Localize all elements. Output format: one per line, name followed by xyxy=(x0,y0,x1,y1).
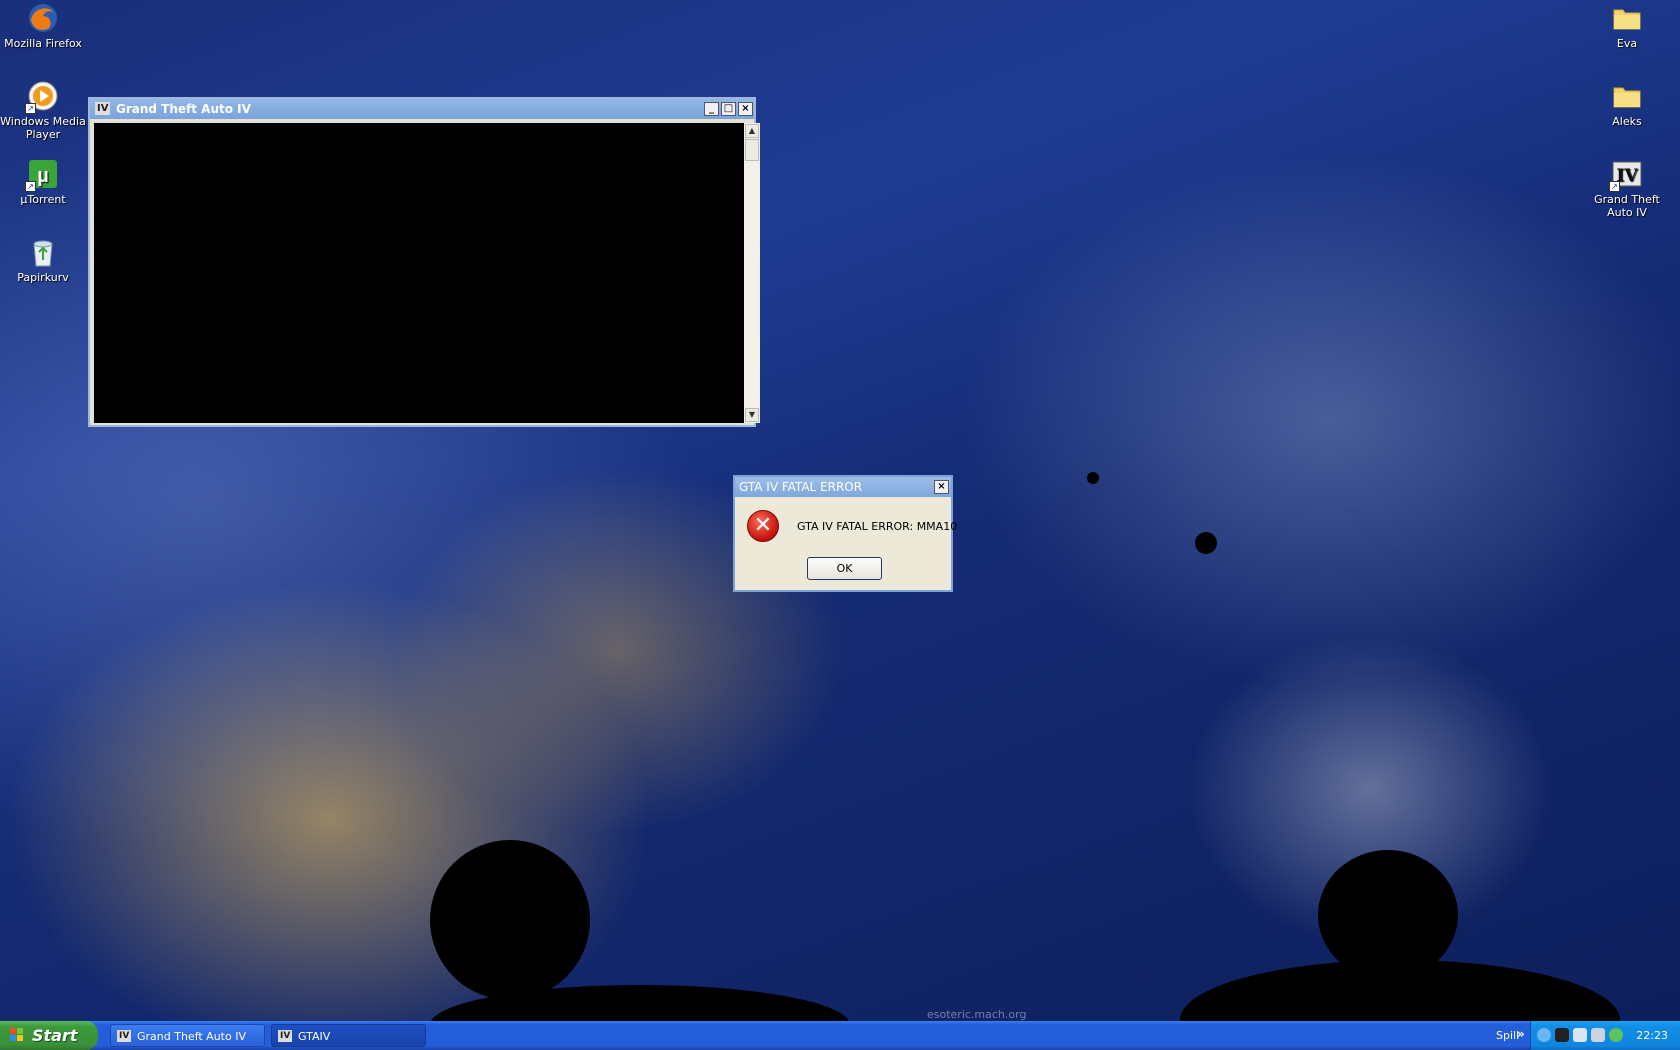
taskbar-button-gta-window[interactable]: IV Grand Theft Auto IV xyxy=(110,1024,265,1047)
start-label: Start xyxy=(32,1026,78,1045)
gta-window-title: Grand Theft Auto IV xyxy=(116,102,251,116)
desktop-icon-label: Papirkurv xyxy=(17,271,69,284)
tray-app-icon[interactable] xyxy=(1555,1028,1569,1042)
error-message: GTA IV FATAL ERROR: MMA10 xyxy=(797,520,958,533)
shortcut-arrow-icon: ↗ xyxy=(25,103,36,114)
folder-icon xyxy=(1611,2,1643,34)
taskbar-button-gtaiv[interactable]: IV GTAIV xyxy=(271,1024,426,1047)
desktop-icon-label: Aleks xyxy=(1612,115,1642,128)
scroll-thumb[interactable] xyxy=(745,139,759,161)
windows-flag-icon xyxy=(10,1028,24,1042)
fatal-error-dialog: GTA IV FATAL ERROR × ✕ GTA IV FATAL ERRO… xyxy=(733,475,957,592)
close-button[interactable]: × xyxy=(738,102,753,116)
desktop-icon-utorrent[interactable]: µ ↗ µTorrent xyxy=(0,158,86,206)
task-label: Grand Theft Auto IV xyxy=(137,1030,246,1043)
show-hidden-icons-icon[interactable] xyxy=(1537,1028,1551,1042)
desktop-icon-label: Grand Theft Auto IV xyxy=(1594,193,1660,219)
gta-iv-icon: IV ↗ xyxy=(1609,158,1643,192)
media-player-icon: ↗ xyxy=(25,80,59,114)
toolbar-label-spill[interactable]: Spill xyxy=(1496,1021,1519,1050)
gta-window-titlebar[interactable]: IV Grand Theft Auto IV _ □ × xyxy=(90,99,754,119)
firefox-icon xyxy=(27,2,59,34)
fractal-base-right xyxy=(1180,960,1620,1021)
desktop-icon-firefox[interactable]: Mozilla Firefox xyxy=(0,2,86,50)
desktop-icon-gta-iv[interactable]: IV ↗ Grand Theft Auto IV xyxy=(1584,158,1670,219)
fractal-small-bulb xyxy=(1195,532,1217,554)
fractal-small-bulb-2 xyxy=(1087,472,1099,484)
error-icon: ✕ xyxy=(747,510,779,542)
maximize-button[interactable]: □ xyxy=(721,102,736,116)
desktop-icon-media-player[interactable]: ↗ Windows Media Player xyxy=(0,80,86,141)
scroll-down-icon[interactable]: ▼ xyxy=(745,408,759,422)
desktop-icon-folder-eva[interactable]: Eva xyxy=(1584,2,1670,50)
clock[interactable]: 22:23 xyxy=(1636,1021,1668,1050)
gta-window-content xyxy=(94,123,744,423)
gta-iv-logo-icon: IV xyxy=(117,1030,132,1042)
toolbar-chevron-icon[interactable]: » xyxy=(1517,1021,1525,1048)
tray-messenger-icon[interactable] xyxy=(1609,1028,1623,1042)
tray-network-icon[interactable] xyxy=(1573,1028,1587,1042)
error-dialog-titlebar[interactable]: GTA IV FATAL ERROR × xyxy=(735,477,951,497)
desktop-icon-label: Windows Media Player xyxy=(0,115,86,141)
gta-iv-logo-icon: IV xyxy=(95,102,111,115)
shortcut-arrow-icon: ↗ xyxy=(1609,181,1620,192)
desktop: Mozilla Firefox ↗ Windows Media Player µ… xyxy=(0,0,1680,1021)
desktop-icon-folder-aleks[interactable]: Aleks xyxy=(1584,80,1670,128)
utorrent-icon: µ ↗ xyxy=(25,158,59,192)
start-button[interactable]: Start xyxy=(0,1021,98,1050)
error-dialog-title: GTA IV FATAL ERROR xyxy=(739,480,863,494)
folder-icon xyxy=(1611,80,1643,112)
gta-iv-window: IV Grand Theft Auto IV _ □ × ▲ ▼ xyxy=(88,97,760,427)
desktop-icon-label: µTorrent xyxy=(20,193,66,206)
close-button[interactable]: × xyxy=(934,480,949,494)
minimize-button[interactable]: _ xyxy=(704,102,719,116)
desktop-icon-label: Eva xyxy=(1616,37,1638,50)
wallpaper-watermark: esoteric.mach.org xyxy=(927,1008,1027,1021)
desktop-icon-label: Mozilla Firefox xyxy=(4,37,82,50)
desktop-icon-recycle-bin[interactable]: Papirkurv xyxy=(0,236,86,284)
scroll-up-icon[interactable]: ▲ xyxy=(745,124,759,138)
gta-iv-logo-icon: IV xyxy=(278,1030,293,1042)
svg-text:µ: µ xyxy=(37,165,49,187)
system-tray: 22:23 xyxy=(1530,1021,1680,1050)
fractal-bulb-left xyxy=(430,840,590,1000)
vertical-scrollbar[interactable]: ▲ ▼ xyxy=(744,123,760,423)
tray-safely-remove-icon[interactable] xyxy=(1591,1028,1605,1042)
task-label: GTAIV xyxy=(298,1030,331,1043)
recycle-bin-icon xyxy=(27,236,59,268)
ok-button[interactable]: OK xyxy=(807,557,882,580)
shortcut-arrow-icon: ↗ xyxy=(25,181,36,192)
taskbar: Start IV Grand Theft Auto IV IV GTAIV Sp… xyxy=(0,1021,1680,1050)
